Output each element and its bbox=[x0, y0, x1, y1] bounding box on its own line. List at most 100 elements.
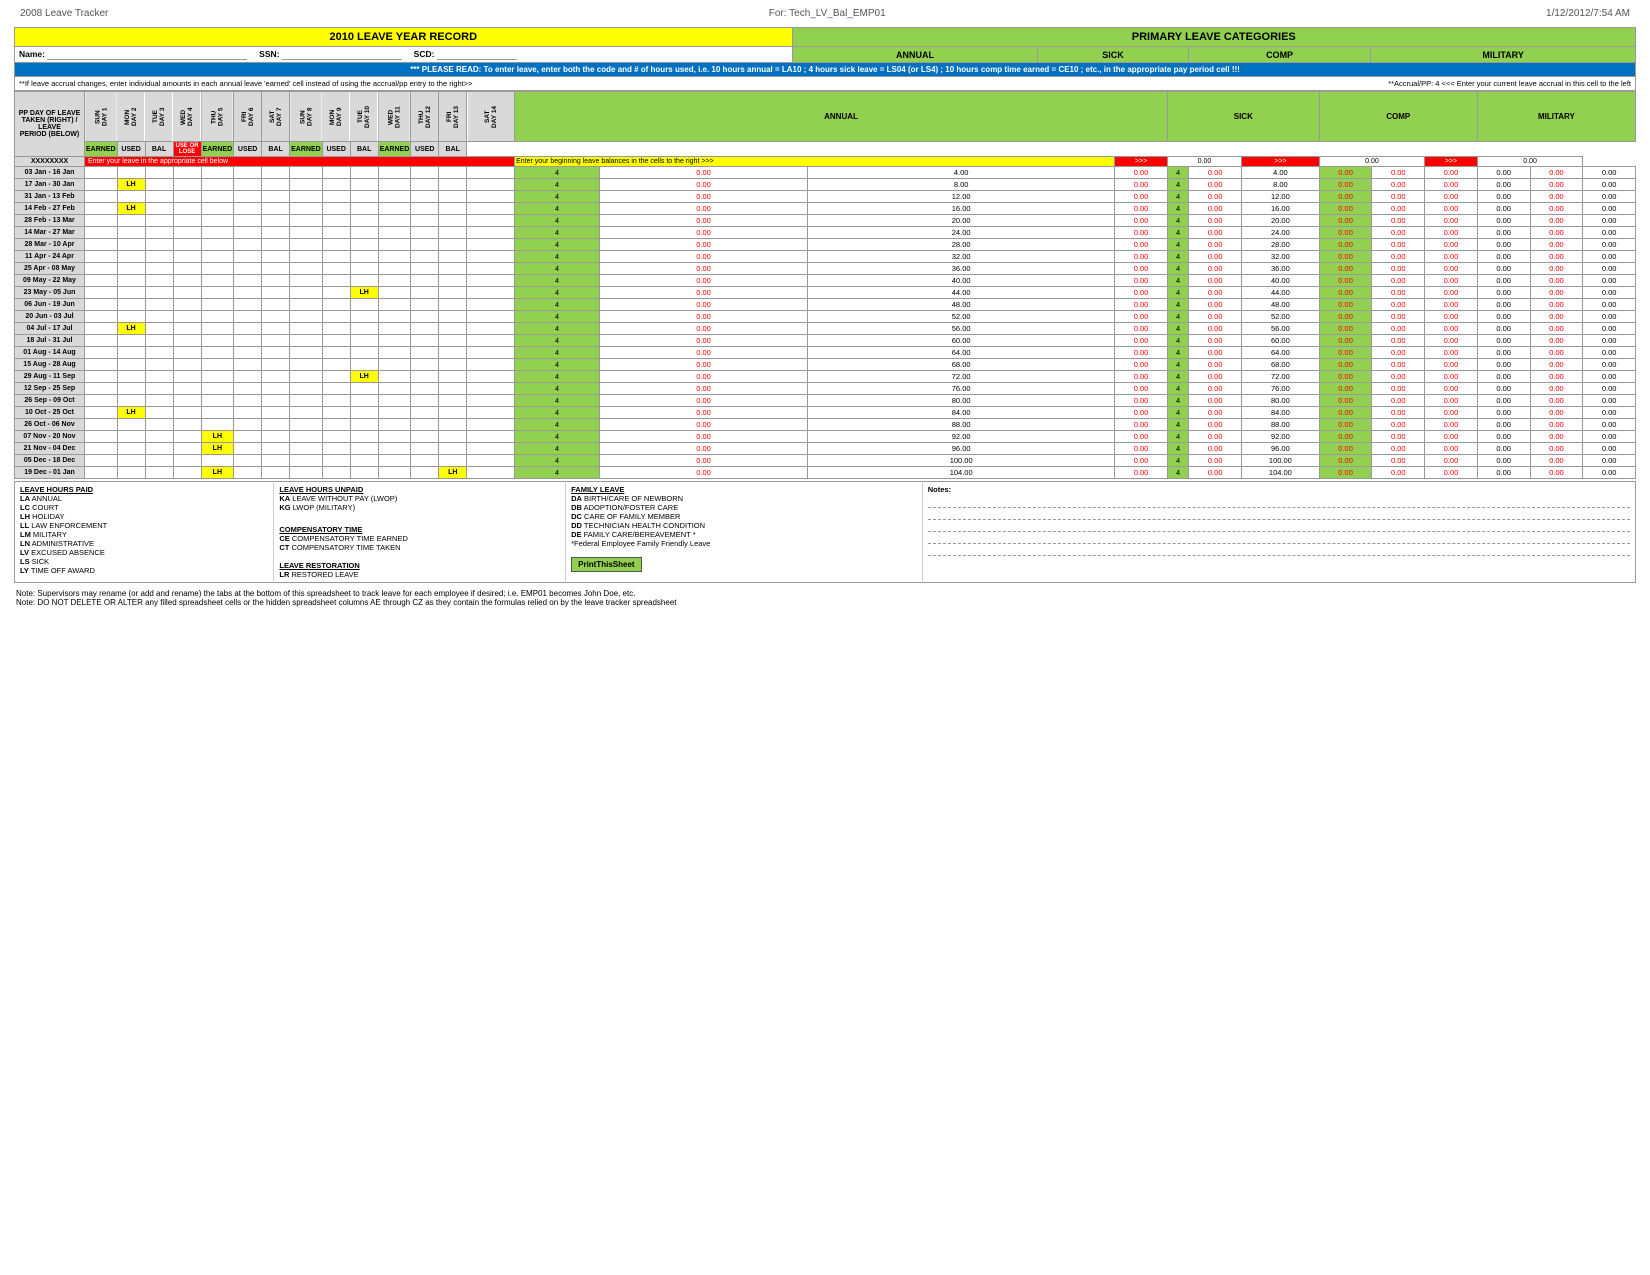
name-input[interactable] bbox=[47, 49, 247, 60]
day-cell-12[interactable] bbox=[411, 311, 439, 323]
day-cell-5[interactable]: LH bbox=[201, 467, 234, 479]
day-cell-14[interactable] bbox=[467, 251, 515, 263]
day-cell-9[interactable] bbox=[322, 227, 350, 239]
day-cell-14[interactable] bbox=[467, 443, 515, 455]
day-cell-10[interactable] bbox=[350, 215, 378, 227]
day-cell-8[interactable] bbox=[290, 215, 323, 227]
day-cell-4[interactable] bbox=[173, 311, 201, 323]
day-cell-13[interactable] bbox=[439, 179, 467, 191]
day-cell-4[interactable] bbox=[173, 227, 201, 239]
day-cell-9[interactable] bbox=[322, 371, 350, 383]
day-cell-8[interactable] bbox=[290, 275, 323, 287]
day-cell-9[interactable] bbox=[322, 419, 350, 431]
day-cell-2[interactable] bbox=[117, 455, 145, 467]
day-cell-1[interactable] bbox=[85, 335, 118, 347]
day-cell-4[interactable] bbox=[173, 215, 201, 227]
day-cell-3[interactable] bbox=[145, 419, 173, 431]
day-cell-6[interactable] bbox=[234, 167, 262, 179]
day-cell-1[interactable] bbox=[85, 191, 118, 203]
day-cell-5[interactable] bbox=[201, 227, 234, 239]
day-cell-13[interactable]: LH bbox=[439, 467, 467, 479]
day-cell-1[interactable] bbox=[85, 203, 118, 215]
day-cell-2[interactable] bbox=[117, 311, 145, 323]
day-cell-1[interactable] bbox=[85, 227, 118, 239]
day-cell-4[interactable] bbox=[173, 407, 201, 419]
day-cell-4[interactable] bbox=[173, 275, 201, 287]
day-cell-7[interactable] bbox=[262, 443, 290, 455]
day-cell-11[interactable] bbox=[378, 239, 411, 251]
day-cell-4[interactable] bbox=[173, 263, 201, 275]
day-cell-14[interactable] bbox=[467, 275, 515, 287]
day-cell-1[interactable] bbox=[85, 395, 118, 407]
day-cell-5[interactable] bbox=[201, 263, 234, 275]
day-cell-5[interactable] bbox=[201, 383, 234, 395]
day-cell-14[interactable] bbox=[467, 299, 515, 311]
day-cell-1[interactable] bbox=[85, 431, 118, 443]
day-cell-10[interactable] bbox=[350, 179, 378, 191]
day-cell-11[interactable] bbox=[378, 323, 411, 335]
day-cell-14[interactable] bbox=[467, 335, 515, 347]
day-cell-9[interactable] bbox=[322, 407, 350, 419]
day-cell-5[interactable] bbox=[201, 287, 234, 299]
day-cell-5[interactable] bbox=[201, 323, 234, 335]
day-cell-9[interactable] bbox=[322, 443, 350, 455]
day-cell-5[interactable] bbox=[201, 455, 234, 467]
day-cell-11[interactable] bbox=[378, 443, 411, 455]
day-cell-7[interactable] bbox=[262, 419, 290, 431]
day-cell-2[interactable]: LH bbox=[117, 407, 145, 419]
day-cell-9[interactable] bbox=[322, 203, 350, 215]
day-cell-6[interactable] bbox=[234, 299, 262, 311]
day-cell-4[interactable] bbox=[173, 323, 201, 335]
day-cell-8[interactable] bbox=[290, 335, 323, 347]
day-cell-13[interactable] bbox=[439, 347, 467, 359]
day-cell-10[interactable]: LH bbox=[350, 371, 378, 383]
day-cell-3[interactable] bbox=[145, 215, 173, 227]
day-cell-8[interactable] bbox=[290, 383, 323, 395]
day-cell-11[interactable] bbox=[378, 299, 411, 311]
day-cell-13[interactable] bbox=[439, 251, 467, 263]
day-cell-7[interactable] bbox=[262, 467, 290, 479]
day-cell-6[interactable] bbox=[234, 323, 262, 335]
day-cell-11[interactable] bbox=[378, 467, 411, 479]
day-cell-11[interactable] bbox=[378, 431, 411, 443]
day-cell-2[interactable] bbox=[117, 431, 145, 443]
day-cell-4[interactable] bbox=[173, 443, 201, 455]
day-cell-13[interactable] bbox=[439, 203, 467, 215]
day-cell-6[interactable] bbox=[234, 443, 262, 455]
day-cell-14[interactable] bbox=[467, 311, 515, 323]
day-cell-10[interactable] bbox=[350, 395, 378, 407]
day-cell-6[interactable] bbox=[234, 251, 262, 263]
day-cell-8[interactable] bbox=[290, 407, 323, 419]
day-cell-12[interactable] bbox=[411, 299, 439, 311]
day-cell-8[interactable] bbox=[290, 455, 323, 467]
day-cell-13[interactable] bbox=[439, 311, 467, 323]
day-cell-14[interactable] bbox=[467, 371, 515, 383]
day-cell-7[interactable] bbox=[262, 311, 290, 323]
day-cell-5[interactable] bbox=[201, 215, 234, 227]
day-cell-3[interactable] bbox=[145, 323, 173, 335]
day-cell-9[interactable] bbox=[322, 275, 350, 287]
day-cell-11[interactable] bbox=[378, 179, 411, 191]
day-cell-13[interactable] bbox=[439, 191, 467, 203]
day-cell-10[interactable] bbox=[350, 431, 378, 443]
day-cell-8[interactable] bbox=[290, 419, 323, 431]
day-cell-10[interactable] bbox=[350, 227, 378, 239]
day-cell-9[interactable] bbox=[322, 239, 350, 251]
day-cell-4[interactable] bbox=[173, 299, 201, 311]
day-cell-1[interactable] bbox=[85, 407, 118, 419]
day-cell-11[interactable] bbox=[378, 335, 411, 347]
day-cell-3[interactable] bbox=[145, 467, 173, 479]
day-cell-9[interactable] bbox=[322, 323, 350, 335]
day-cell-10[interactable] bbox=[350, 347, 378, 359]
day-cell-8[interactable] bbox=[290, 287, 323, 299]
day-cell-7[interactable] bbox=[262, 263, 290, 275]
day-cell-13[interactable] bbox=[439, 383, 467, 395]
day-cell-3[interactable] bbox=[145, 179, 173, 191]
day-cell-6[interactable] bbox=[234, 371, 262, 383]
day-cell-11[interactable] bbox=[378, 191, 411, 203]
day-cell-8[interactable] bbox=[290, 299, 323, 311]
day-cell-5[interactable] bbox=[201, 335, 234, 347]
day-cell-12[interactable] bbox=[411, 287, 439, 299]
day-cell-10[interactable] bbox=[350, 275, 378, 287]
day-cell-6[interactable] bbox=[234, 239, 262, 251]
